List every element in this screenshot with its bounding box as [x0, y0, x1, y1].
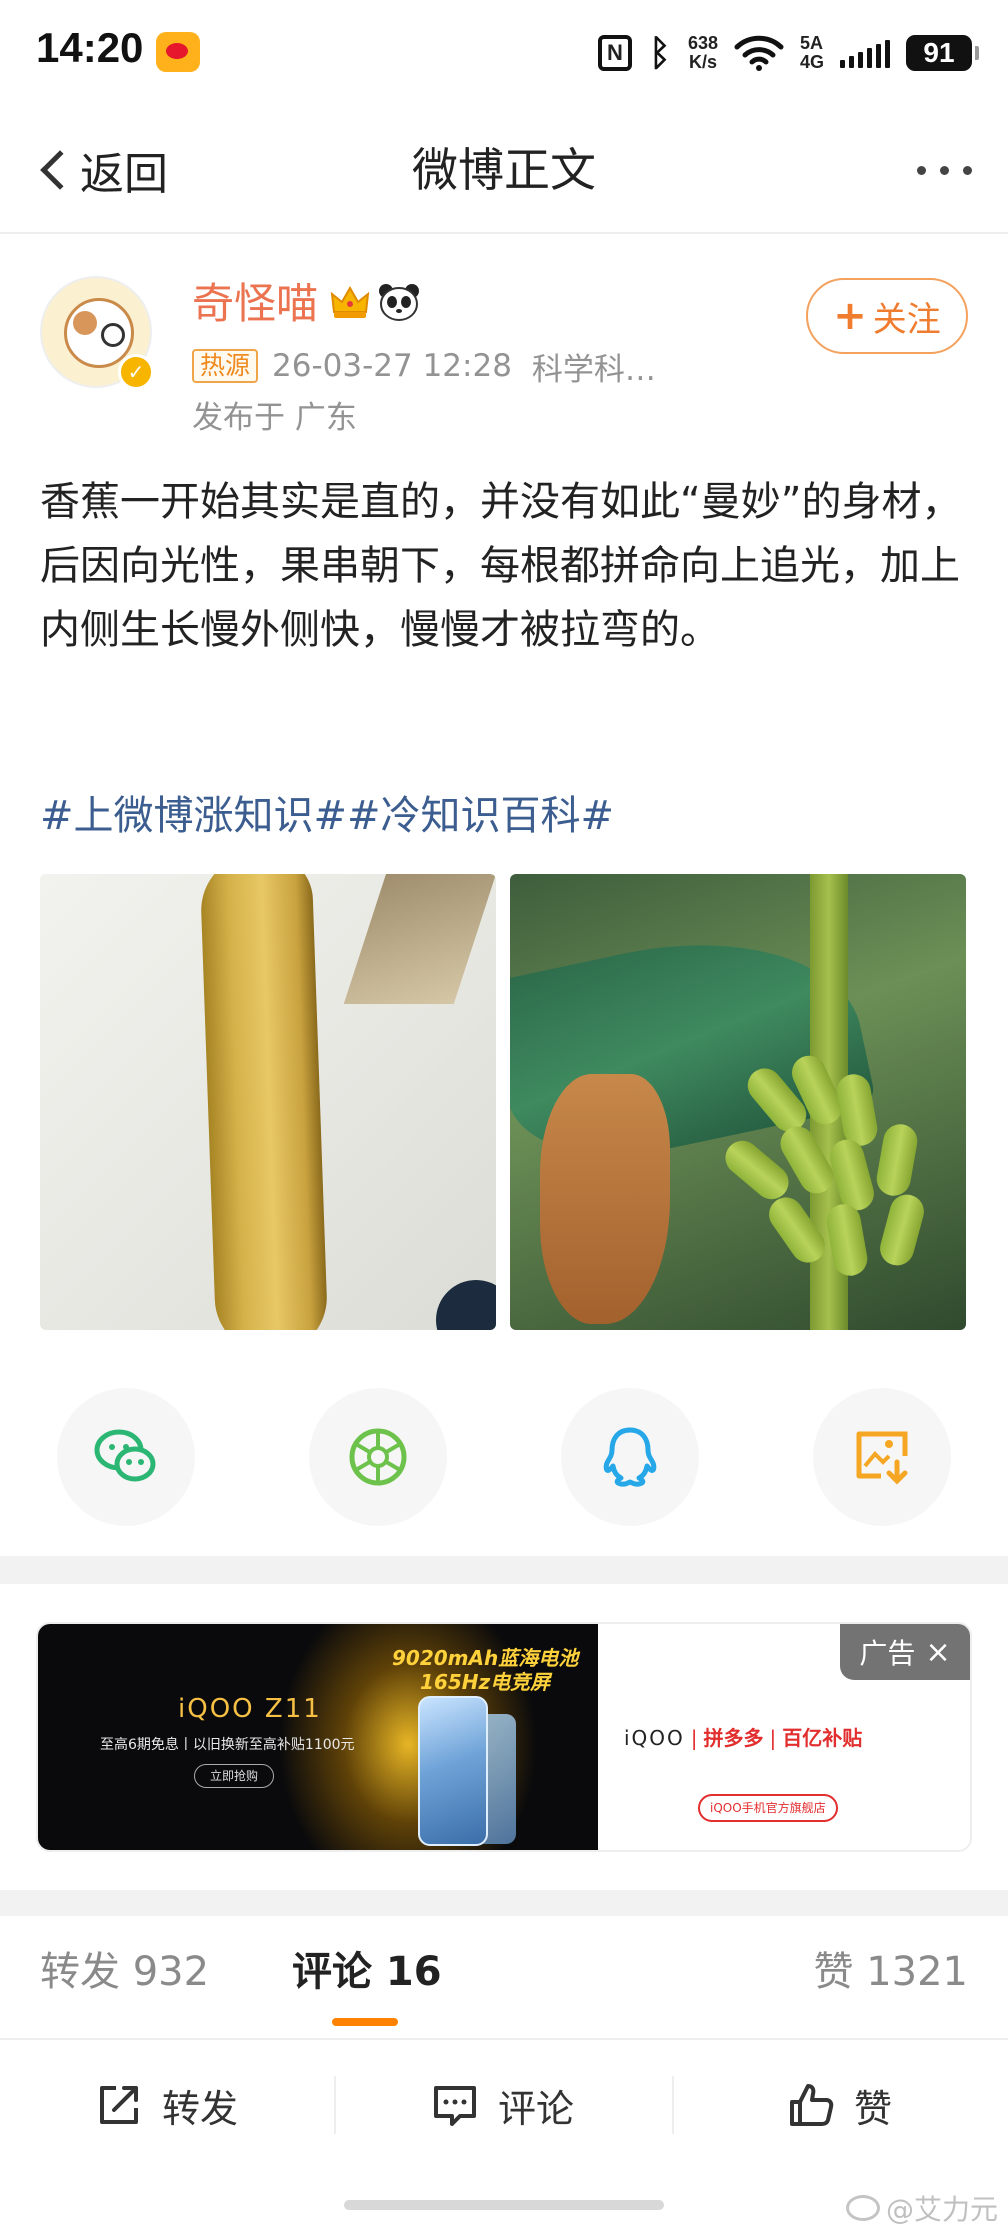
net-speed: 638 K/s: [688, 34, 718, 72]
battery-icon: 91: [906, 35, 979, 71]
post-text: 香蕉一开始其实是直的，并没有如此“曼妙”的身材，后因向光性，果串朝下，每根都拼命…: [40, 479, 962, 653]
repost-icon: [100, 2086, 138, 2124]
status-time: 14:20: [36, 24, 144, 71]
active-tab-indicator: [332, 2018, 398, 2026]
qq-icon: [603, 1427, 657, 1487]
top-nav: 返回 微博正文: [0, 108, 1008, 234]
follow-label: 关注: [872, 299, 941, 340]
moments-icon: [349, 1428, 407, 1486]
image-bunch: [718, 1044, 950, 1279]
network-top: 5A: [799, 33, 823, 53]
image-cup: [436, 1280, 496, 1330]
share-moments-button[interactable]: [309, 1388, 447, 1526]
ad-phone-image: [418, 1696, 488, 1846]
verified-badge-icon: ✓: [118, 354, 154, 390]
ad-store-search[interactable]: iQOO手机官方旗舰店: [698, 1794, 838, 1822]
post-time: 26-03-27 12:28: [272, 348, 512, 384]
weibo-notification-icon: [156, 32, 200, 72]
ad-tag-label: 广告: [859, 1637, 916, 1670]
comment-icon: [434, 2086, 476, 2126]
repost-label: 转发: [162, 2086, 239, 2131]
wechat-icon: [94, 1429, 156, 1482]
network-bottom: 4G: [799, 52, 824, 72]
more-options-button[interactable]: [917, 166, 972, 175]
net-speed-unit: K/s: [688, 52, 717, 72]
bottom-bar-divider: [334, 2076, 336, 2134]
share-qq-button[interactable]: [561, 1388, 699, 1526]
ad-partner-logos: iQOO | 拼多多 | 百亿补贴: [624, 1726, 863, 1750]
home-indicator[interactable]: [344, 2200, 664, 2210]
share-wechat-button[interactable]: [57, 1388, 195, 1526]
post-location: 发布于 广东: [192, 400, 357, 436]
weibo-logo-icon: [845, 2195, 880, 2221]
ad-cta-button[interactable]: 立即抢购: [194, 1764, 274, 1788]
image-bg-wall: [343, 874, 496, 1004]
watermark: @艾力元: [845, 2188, 998, 2228]
repost-button[interactable]: 转发: [94, 2070, 238, 2140]
post-image-straight-banana[interactable]: [40, 874, 496, 1330]
plus-icon: +: [833, 293, 867, 339]
author-name[interactable]: 奇怪喵: [192, 276, 318, 332]
status-bar: 14:20 N ᛒ 638 K/s 5A 4G 91: [0, 0, 1008, 108]
post-meta: 热源 26-03-27 12:28 科学科…: [192, 344, 656, 388]
network-type: 5A 4G: [800, 34, 824, 72]
topic-link[interactable]: #上微博涨知识#: [40, 793, 347, 839]
section-divider: [0, 1556, 1008, 1584]
topic-links: #上微博涨知识##冷知识百科#: [40, 784, 614, 848]
ad-subtitle: 至高6期免息丨以旧换新至高补贴1100元: [100, 1737, 355, 1753]
ad-banner[interactable]: iQOO Z11 至高6期免息丨以旧换新至高补贴1100元 立即抢购 9020m…: [36, 1622, 972, 1852]
topic-link[interactable]: #冷知识百科#: [347, 793, 614, 839]
ad-partner-brand: iQOO: [624, 1726, 685, 1750]
follow-button[interactable]: + 关注: [806, 278, 968, 354]
watermark-text: @艾力元: [885, 2193, 998, 2226]
ad-headline-line2: 165Hz电竞屏: [420, 1670, 551, 1694]
bottom-bar-divider: [672, 2076, 674, 2134]
hot-source-badge: 热源: [192, 349, 259, 383]
more-dot: [917, 166, 926, 175]
more-dot: [963, 166, 972, 175]
bluetooth-icon: ᛒ: [649, 32, 671, 74]
ad-partner-subsidy: 百亿补贴: [782, 1726, 863, 1750]
ad-creative: iQOO Z11 至高6期免息丨以旧换新至高补贴1100元 立即抢购 9020m…: [38, 1624, 598, 1850]
net-speed-value: 638: [687, 33, 718, 53]
post-image-banana-bunch[interactable]: [510, 874, 966, 1330]
ad-headline-line1: 9020mAh蓝海电池: [392, 1646, 579, 1670]
status-icons: N ᛒ 638 K/s 5A 4G 91: [597, 30, 979, 76]
image-banana: [199, 874, 329, 1330]
ad-headline: 9020mAh蓝海电池 165Hz电竞屏: [392, 1646, 578, 1694]
ad-partner-pdd: 拼多多: [703, 1726, 764, 1750]
ad-brand: iQOO Z11: [178, 1694, 322, 1724]
tab-comments[interactable]: 评论 16: [292, 1944, 442, 2000]
comment-button[interactable]: 评论: [430, 2070, 574, 2140]
page-title: 微博正文: [412, 143, 596, 197]
image-dry-leaf: [540, 1074, 670, 1324]
nfc-icon: N: [597, 35, 632, 71]
like-button[interactable]: 赞: [786, 2070, 892, 2140]
ad-close-button[interactable]: 广告 ×: [840, 1624, 970, 1680]
close-icon: ×: [925, 1634, 951, 1670]
section-divider: [0, 1890, 1008, 1916]
signal-icon: [840, 38, 890, 68]
stats-divider: [0, 2038, 1008, 2040]
tab-reposts[interactable]: 转发 932: [40, 1944, 209, 2000]
panda-icon: [379, 284, 419, 321]
more-dot: [940, 166, 949, 175]
thumbs-up-icon: [790, 2084, 834, 2126]
wifi-icon: [734, 35, 784, 71]
post-source[interactable]: 科学科…: [532, 344, 656, 389]
crown-icon: [330, 285, 370, 318]
like-label: 赞: [854, 2086, 893, 2131]
tab-likes[interactable]: 赞 1321: [813, 1944, 968, 2000]
save-image-button[interactable]: [813, 1388, 951, 1526]
comment-label: 评论: [498, 2086, 575, 2131]
save-image-icon: [856, 1431, 908, 1485]
